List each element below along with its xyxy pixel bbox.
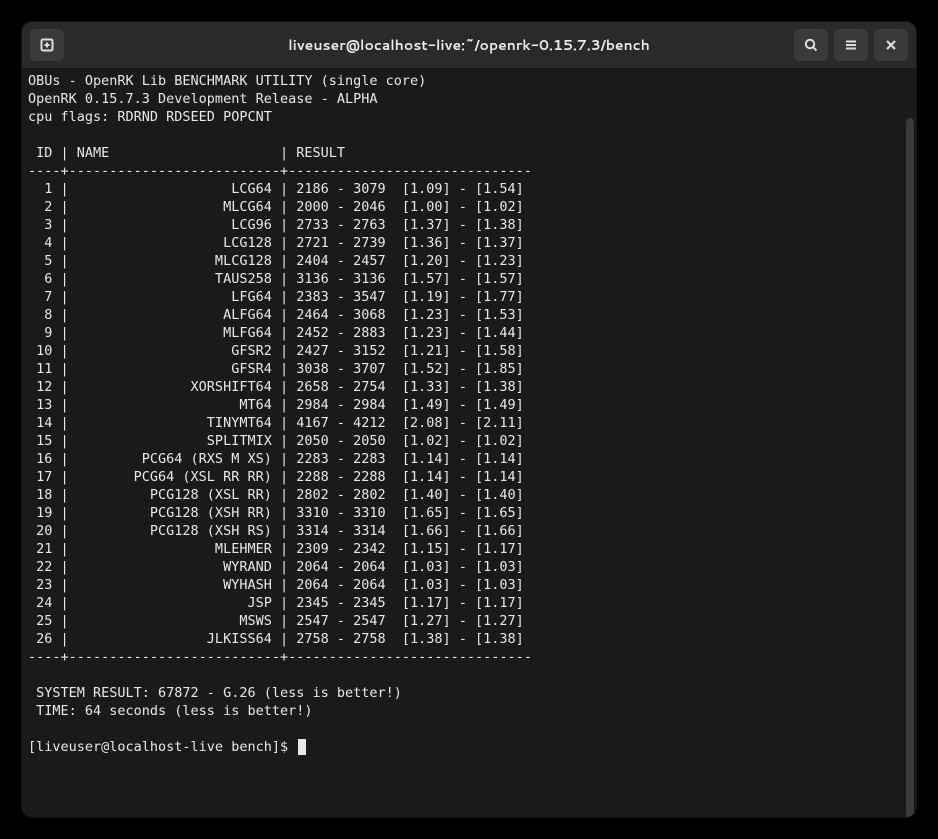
close-icon xyxy=(883,37,899,53)
cursor xyxy=(298,739,306,755)
terminal-body[interactable]: OBUs - OpenRK Lib BENCHMARK UTILITY (sin… xyxy=(22,68,916,817)
terminal-window: liveuser@localhost-live:~/openrk-0.15.7.… xyxy=(22,22,916,817)
output-line: OBUs - OpenRK Lib BENCHMARK UTILITY (sin… xyxy=(28,73,426,89)
output-line: cpu flags: RDRND RDSEED POPCNT xyxy=(28,109,272,125)
titlebar: liveuser@localhost-live:~/openrk-0.15.7.… xyxy=(22,22,916,68)
table-rows: 1 | LCG64 | 2186 - 3079 [1.09] - [1.54] … xyxy=(28,181,524,647)
new-tab-icon xyxy=(39,37,55,53)
shell-prompt: [liveuser@localhost-live bench]$ xyxy=(28,739,296,755)
scrollbar[interactable] xyxy=(906,118,914,817)
search-icon xyxy=(803,37,819,53)
hamburger-icon xyxy=(843,37,859,53)
terminal-output: OBUs - OpenRK Lib BENCHMARK UTILITY (sin… xyxy=(28,72,910,756)
output-line: OpenRK 0.15.7.3 Development Release - AL… xyxy=(28,91,378,107)
search-button[interactable] xyxy=(794,29,828,61)
table-separator: ----+--------------------------+--------… xyxy=(28,649,532,665)
table-separator: ----+--------------------------+--------… xyxy=(28,163,532,179)
close-button[interactable] xyxy=(874,29,908,61)
table-header: ID | NAME | RESULT xyxy=(28,145,345,161)
system-result: SYSTEM RESULT: 67872 - G.26 (less is bet… xyxy=(28,685,402,701)
time-result: TIME: 64 seconds (less is better!) xyxy=(28,703,312,719)
new-tab-button[interactable] xyxy=(30,29,64,61)
window-title: liveuser@localhost-live:~/openrk-0.15.7.… xyxy=(22,35,916,55)
menu-button[interactable] xyxy=(834,29,868,61)
